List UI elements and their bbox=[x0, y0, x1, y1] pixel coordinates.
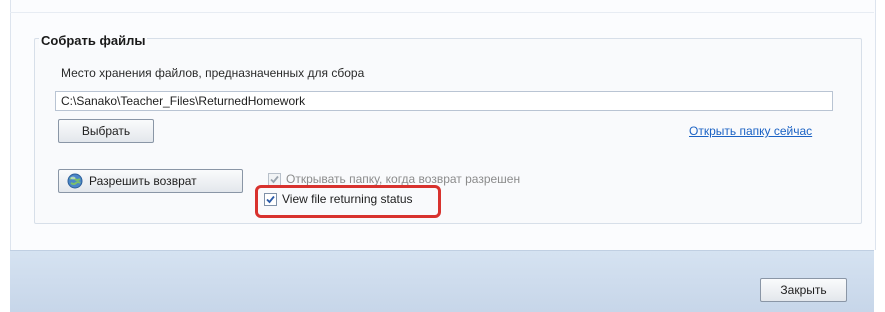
open-folder-now-link[interactable]: Открыть папку сейчас bbox=[689, 124, 812, 138]
group-title: Собрать файлы bbox=[39, 33, 148, 48]
collect-files-dialog: Собрать файлы Место хранения файлов, пре… bbox=[0, 0, 885, 312]
view-returning-status-checkbox[interactable] bbox=[264, 192, 277, 206]
check-icon bbox=[266, 195, 275, 203]
open-folder-on-return-label: Открывать папку, когда возврат разрешен bbox=[286, 172, 521, 186]
top-divider bbox=[10, 12, 874, 13]
choose-folder-button[interactable]: Выбрать bbox=[58, 119, 154, 143]
open-folder-on-return-checkbox[interactable] bbox=[268, 172, 281, 186]
storage-path-input[interactable] bbox=[55, 91, 833, 111]
close-button[interactable]: Закрыть bbox=[760, 278, 847, 302]
view-returning-status-label: View file returning status bbox=[282, 192, 413, 206]
globe-icon bbox=[67, 173, 83, 189]
open-folder-on-return-option[interactable]: Открывать папку, когда возврат разрешен bbox=[268, 172, 520, 186]
allow-return-label: Разрешить возврат bbox=[89, 174, 197, 188]
storage-path-label: Место хранения файлов, предназначенных д… bbox=[61, 66, 365, 80]
view-returning-status-option[interactable]: View file returning status bbox=[264, 192, 413, 206]
dialog-footer bbox=[10, 250, 874, 312]
allow-return-button[interactable]: Разрешить возврат bbox=[58, 169, 243, 193]
check-icon bbox=[270, 175, 279, 183]
